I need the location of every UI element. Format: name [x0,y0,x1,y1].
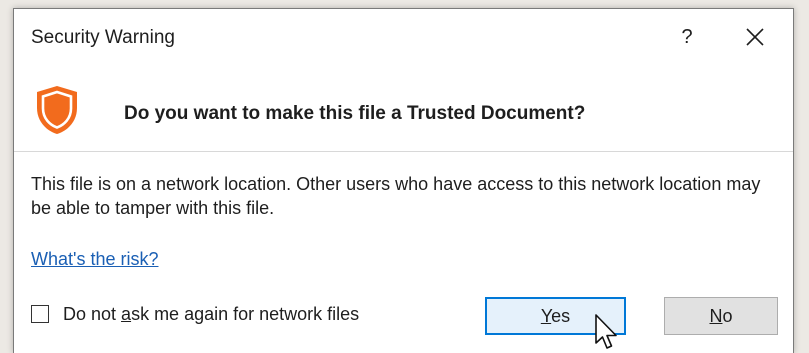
shield-icon [37,86,77,134]
desktop-background: Security Warning ? Do you want to make t… [0,0,809,353]
dialog-title: Security Warning [31,27,175,48]
help-button[interactable]: ? [674,23,700,51]
dont-ask-again-option[interactable]: Do not ask me again for network files [31,302,359,326]
yes-button[interactable]: Yes [485,297,626,335]
dialog-header: Do you want to make this file a Trusted … [14,75,793,151]
no-button[interactable]: No [664,297,778,335]
whats-the-risk-link[interactable]: What's the risk? [31,249,158,270]
divider [14,151,793,152]
security-warning-dialog: Security Warning ? Do you want to make t… [13,8,794,353]
close-button[interactable] [739,21,771,53]
close-icon [746,28,764,46]
dont-ask-again-checkbox[interactable] [31,305,49,323]
dont-ask-again-label[interactable]: Do not ask me again for network files [63,304,359,325]
dialog-question: Do you want to make this file a Trusted … [124,103,586,124]
title-bar[interactable]: Security Warning ? [14,9,793,75]
dialog-message: This file is on a network location. Othe… [31,174,761,218]
